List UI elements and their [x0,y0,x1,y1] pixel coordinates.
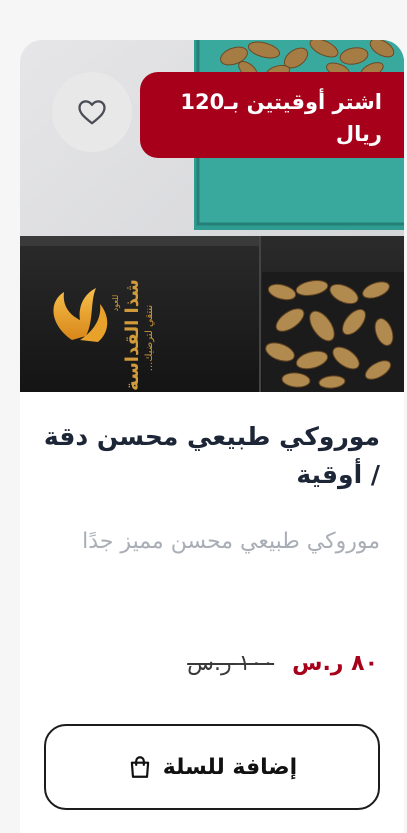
promo-line-1: اشتر أوقيتين بـ120 [180,90,382,114]
promo-badge: اشتر أوقيتين بـ120 ريال [140,72,404,158]
add-to-cart-label: إضافة للسلة [162,754,298,780]
heart-outline-icon [78,100,106,125]
wishlist-button[interactable] [52,72,132,152]
product-title[interactable]: موروكي طبيعي محسن دقة / أوقية [40,418,380,494]
svg-text:ننتقي لترضيك...: ننتقي لترضيك... [144,305,155,371]
product-card[interactable]: شذا القداسة للعود ننتقي لترضيك... اشتر أ… [20,40,404,833]
price-row: ٨٠ ر.س ١٠٠ ر.س [187,646,378,680]
price-old: ١٠٠ ر.س [187,650,275,676]
svg-text:للعود: للعود [111,295,120,312]
svg-text:شذا القداسة: شذا القداسة [122,279,143,391]
promo-line-2: ريال [335,122,382,146]
price-current: ٨٠ ر.س [292,650,378,676]
add-to-cart-button[interactable]: إضافة للسلة [44,724,380,810]
shopping-bag-icon [130,756,150,778]
product-description: موروكي طبيعي محسن مميز جدًا [82,529,380,554]
